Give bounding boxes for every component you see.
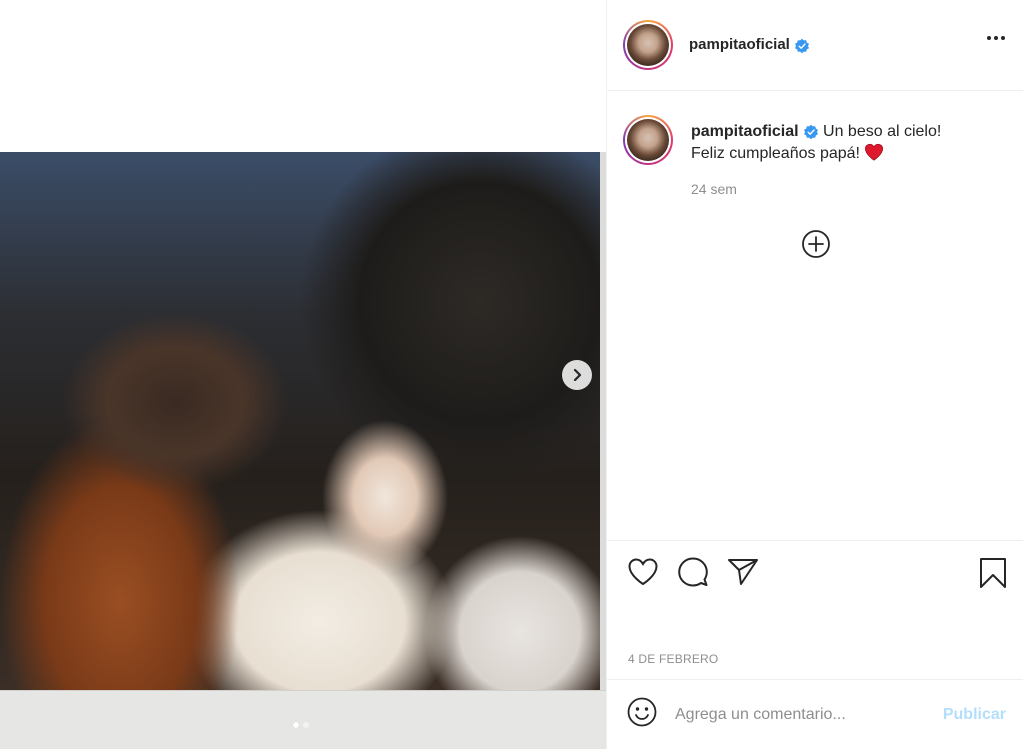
more-options-button[interactable]	[987, 36, 1005, 40]
carousel-next-icon	[573, 368, 582, 382]
load-more-comments-button[interactable]	[801, 229, 831, 264]
publish-button[interactable]: Publicar	[943, 706, 1006, 724]
caption-text: pampitaoficial Un beso al cielo! Feliz c…	[691, 121, 991, 165]
carousel-dot-active	[293, 722, 299, 728]
caption-line-1: Un beso al cielo!	[823, 123, 942, 140]
caption-username[interactable]: pampitaoficial	[691, 123, 799, 140]
comment-button[interactable]	[677, 557, 709, 592]
time-ago[interactable]: 24 sem	[691, 181, 737, 197]
like-icon	[628, 558, 658, 586]
comment-form: Publicar	[607, 679, 1023, 749]
polaroid-image	[0, 152, 600, 690]
polaroid-border	[0, 690, 606, 749]
post-header: pampitaoficial	[607, 0, 1023, 91]
post-media	[0, 0, 606, 749]
carousel-indicator	[293, 722, 309, 728]
caption: pampitaoficial Un beso al cielo! Feliz c…	[623, 115, 991, 165]
comments-section: pampitaoficial Un beso al cielo! Feliz c…	[607, 91, 1023, 540]
more-options-icon	[987, 36, 991, 40]
emoji-icon	[627, 697, 657, 727]
caption-avatar[interactable]	[623, 115, 673, 165]
comment-icon	[678, 557, 708, 587]
post-date[interactable]: 4 DE FEBRERO	[628, 652, 718, 666]
verified-badge-icon	[794, 38, 809, 53]
share-button[interactable]	[727, 557, 759, 592]
verified-badge-icon	[803, 124, 818, 139]
avatar[interactable]	[623, 20, 673, 70]
share-icon	[728, 559, 758, 585]
username-text: pampitaoficial	[689, 36, 790, 54]
username-link[interactable]: pampitaoficial	[689, 36, 810, 53]
comment-input[interactable]	[675, 705, 925, 724]
like-button[interactable]	[627, 557, 659, 592]
caption-line-2: Feliz cumpleaños papá!	[691, 145, 860, 162]
carousel-next-button[interactable]	[562, 360, 592, 390]
action-bar	[607, 540, 1023, 640]
post-sidebar: pampitaoficial pampitaoficial Un beso al…	[606, 0, 1023, 749]
save-button[interactable]	[979, 557, 1007, 594]
load-more-comments-icon	[802, 230, 830, 258]
emoji-button[interactable]	[627, 697, 657, 732]
post-photo[interactable]	[0, 152, 606, 749]
heart-emoji-icon	[864, 143, 883, 161]
save-icon	[980, 558, 1006, 588]
carousel-dot	[303, 722, 309, 728]
